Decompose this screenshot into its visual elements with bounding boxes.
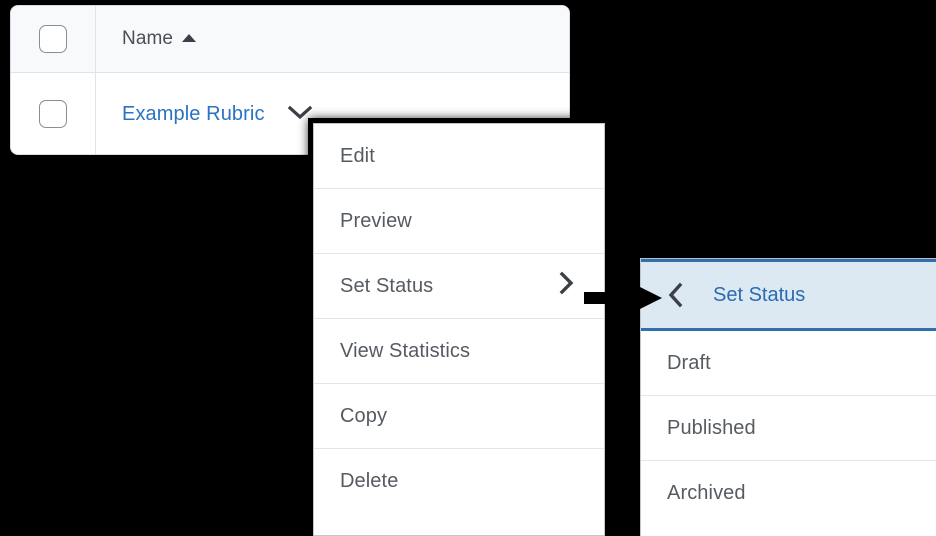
menu-item-label: Preview [340,209,412,232]
submenu-title: Set Status [713,283,806,306]
menu-item-delete[interactable]: Delete [314,449,604,514]
submenu-back-header[interactable]: Set Status [641,259,936,331]
menu-item-label: View Statistics [340,339,471,362]
menu-item-label: Edit [340,144,375,167]
menu-item-preview[interactable]: Preview [314,189,604,254]
chevron-left-icon[interactable] [667,282,685,308]
menu-item-copy[interactable]: Copy [314,384,604,449]
menu-item-set-status[interactable]: Set Status [314,254,604,319]
menu-item-view-statistics[interactable]: View Statistics [314,319,604,384]
table-header-name-cell[interactable]: Name [96,6,569,72]
chevron-down-icon[interactable] [287,105,313,126]
menu-item-label: Delete [340,470,399,492]
submenu-item-published[interactable]: Published [641,396,936,461]
sort-ascending-icon [182,33,197,42]
row-checkbox[interactable] [39,100,67,128]
submenu-item-archived[interactable]: Archived [641,461,936,526]
submenu-item-label: Draft [667,351,711,374]
chevron-right-icon [558,271,574,301]
table-row-select-cell [11,73,96,154]
submenu-item-draft[interactable]: Draft [641,331,936,396]
table-header-row: Name [11,6,569,73]
table-header-select-cell [11,6,96,72]
rubric-name-link[interactable]: Example Rubric [122,103,265,126]
menu-item-label: Set Status [340,274,434,297]
rubric-context-menu: Edit Preview Set Status View Statistics … [313,123,605,536]
submenu-item-label: Archived [667,482,746,504]
submenu-item-label: Published [667,416,756,439]
set-status-submenu: Set Status Draft Published Archived [640,258,936,536]
column-header-name: Name [122,28,174,49]
menu-item-edit[interactable]: Edit [314,124,604,189]
select-all-checkbox[interactable] [39,25,67,53]
right-arrow-callout [584,282,662,314]
menu-item-label: Copy [340,404,388,427]
